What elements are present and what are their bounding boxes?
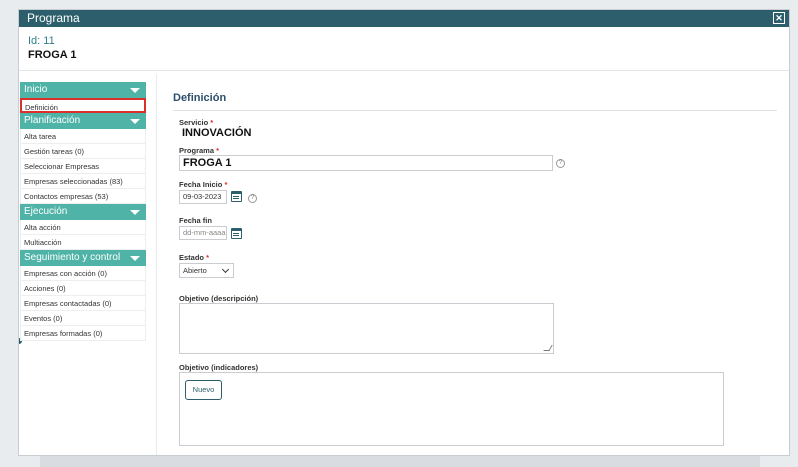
section-label: Planificación <box>24 115 81 126</box>
required-mark: * <box>206 253 210 262</box>
close-icon[interactable]: ✕ <box>773 12 785 24</box>
sidebar-divider <box>156 74 157 455</box>
backdrop-strip <box>40 455 760 467</box>
objetivo-descripcion-label: Objetivo (descripción) <box>179 294 259 303</box>
header-divider <box>19 70 789 71</box>
sidebar-item-gestion-tareas[interactable]: Gestión tareas (0) <box>20 144 146 159</box>
sidebar-item-multiaccion[interactable]: Multiacción <box>20 235 146 250</box>
sidebar-section-inicio[interactable]: Inicio <box>20 82 146 98</box>
sidebar-item-eventos[interactable]: Eventos (0) <box>20 311 146 326</box>
record-name: FROGA 1 <box>28 49 77 61</box>
help-icon[interactable]: ? <box>556 159 565 168</box>
fecha-inicio-input[interactable]: 09-03-2023 <box>179 190 227 204</box>
sidebar-section-seguimiento[interactable]: Seguimiento y control <box>20 250 146 266</box>
record-id: Id: 11 <box>28 35 55 47</box>
sidebar-section-ejecucion[interactable]: Ejecución <box>20 204 146 220</box>
sidebar-item-empresas-contactadas[interactable]: Empresas contactadas (0) <box>20 296 146 311</box>
required-mark: * <box>210 118 214 127</box>
calendar-icon[interactable] <box>231 191 242 202</box>
sidebar: Inicio Definición Planificación Alta tar… <box>20 82 146 341</box>
chevron-down-icon <box>221 265 230 274</box>
select-value: Abierto <box>183 266 207 275</box>
programa-input[interactable]: FROGA 1 <box>179 155 553 171</box>
sidebar-item-empresas-con-accion[interactable]: Empresas con acción (0) <box>20 266 146 281</box>
calendar-icon[interactable] <box>231 228 242 239</box>
estado-select[interactable]: Abierto <box>179 263 234 278</box>
record-header: Id: 11 FROGA 1 <box>28 35 77 61</box>
chevron-down-icon <box>130 88 140 93</box>
label-text: Programa <box>179 146 215 155</box>
main-content: Definición <box>173 82 777 111</box>
nuevo-button[interactable]: Nuevo <box>185 380 222 400</box>
sidebar-item-definicion[interactable]: Definición <box>20 98 146 113</box>
sidebar-section-planificacion[interactable]: Planificación <box>20 113 146 129</box>
objetivo-indicadores-label: Objetivo (indicadores) <box>179 363 259 372</box>
required-mark: * <box>224 180 228 189</box>
chevron-down-icon <box>130 119 140 124</box>
modal-titlebar: Programa ✕ <box>19 10 789 27</box>
modal-title: Programa <box>27 11 80 25</box>
objetivo-indicadores-panel <box>179 372 724 446</box>
sidebar-item-acciones[interactable]: Acciones (0) <box>20 281 146 296</box>
label-text: Fecha Inicio <box>179 180 223 189</box>
sidebar-item-contactos-empresas[interactable]: Contactos empresas (53) <box>20 189 146 204</box>
chevron-down-icon <box>130 210 140 215</box>
objetivo-descripcion-textarea[interactable] <box>179 303 554 354</box>
section-label: Inicio <box>24 84 48 95</box>
servicio-value: INNOVACIÓN <box>182 127 252 139</box>
sidebar-item-empresas-formadas[interactable]: Empresas formadas (0) <box>20 326 146 341</box>
resize-handle-icon[interactable] <box>543 345 553 351</box>
programa-label: Programa * <box>179 146 219 155</box>
estado-label: Estado * <box>179 253 209 262</box>
programa-modal: Programa ✕ Id: 11 FROGA 1 Inicio Definic… <box>18 9 790 456</box>
section-label: Seguimiento y control <box>24 252 121 263</box>
page-title: Definición <box>173 82 777 111</box>
servicio-label: Servicio * <box>179 118 213 127</box>
sidebar-item-empresas-seleccionadas[interactable]: Empresas seleccionadas (83) <box>20 174 146 189</box>
label-text: Servicio <box>179 118 209 127</box>
fecha-fin-input[interactable]: dd-mm-aaaa <box>179 226 227 240</box>
fecha-fin-label: Fecha fin <box>179 216 212 225</box>
chevron-down-icon <box>130 256 140 261</box>
sidebar-item-alta-accion[interactable]: Alta acción <box>20 220 146 235</box>
sidebar-item-seleccionar-empresas[interactable]: Seleccionar Empresas <box>20 159 146 174</box>
help-icon[interactable]: ? <box>248 194 257 203</box>
sidebar-item-alta-tarea[interactable]: Alta tarea <box>20 129 146 144</box>
label-text: Estado <box>179 253 205 262</box>
required-mark: * <box>216 146 220 155</box>
section-label: Ejecución <box>24 206 68 217</box>
fecha-inicio-label: Fecha Inicio * <box>179 180 227 189</box>
